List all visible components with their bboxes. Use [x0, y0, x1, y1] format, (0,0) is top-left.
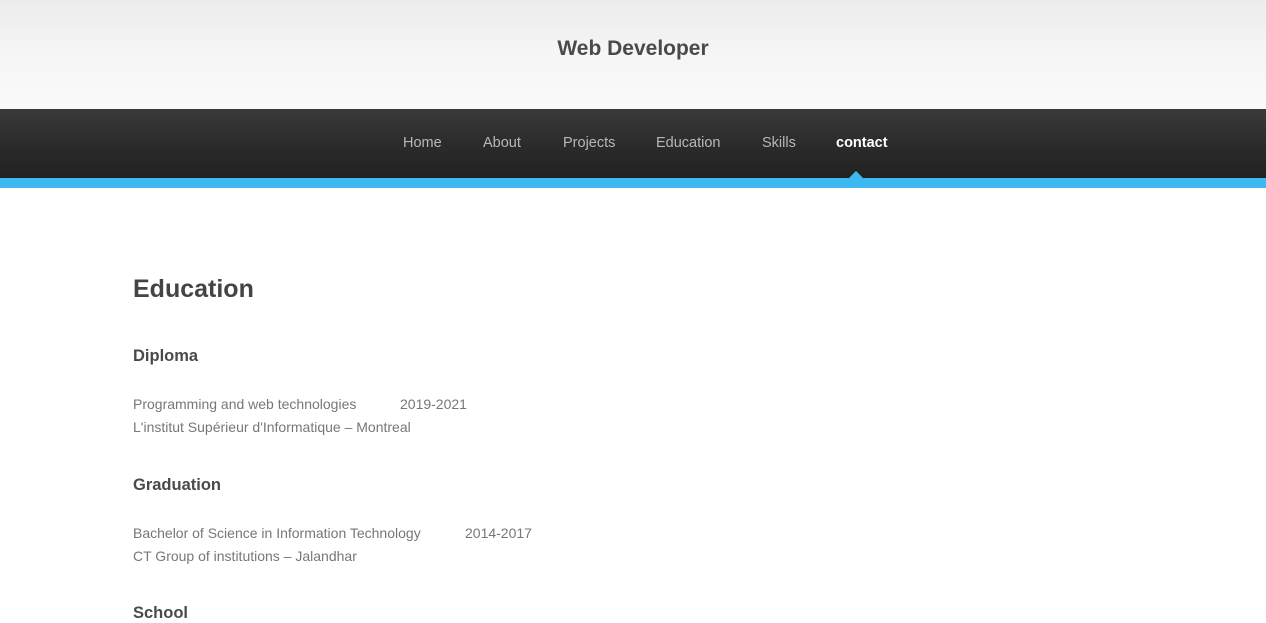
nav-item-projects[interactable]: Projects: [563, 135, 615, 151]
site-title: Web Developer: [557, 37, 709, 60]
nav-item-about[interactable]: About: [483, 135, 521, 151]
education-entry-title: School: [133, 604, 189, 622]
site-header: Web Developer: [0, 0, 1266, 109]
education-entry-years: 2019-2021: [400, 396, 467, 412]
education-entry-program: Bachelor of Science in Information Techn…: [133, 525, 421, 541]
education-entry-program: Programming and web technologies: [133, 396, 357, 412]
active-nav-pointer-icon: [849, 171, 863, 178]
nav-item-skills[interactable]: Skills: [762, 135, 796, 151]
accent-bar: [0, 178, 1266, 188]
education-entry-institution: CT Group of institutions – Jalandhar: [133, 548, 357, 564]
education-entry-title: Diploma: [133, 347, 199, 365]
section-title: Education: [133, 275, 254, 303]
education-entry-institution: L'institut Supérieur d'Informatique – Mo…: [133, 419, 411, 435]
main-navigation: [0, 109, 1266, 178]
nav-item-contact[interactable]: contact: [836, 135, 888, 151]
education-entry-title: Graduation: [133, 476, 222, 494]
nav-item-education[interactable]: Education: [656, 135, 721, 151]
nav-item-home[interactable]: Home: [403, 135, 442, 151]
education-entry-years: 2014-2017: [465, 525, 532, 541]
